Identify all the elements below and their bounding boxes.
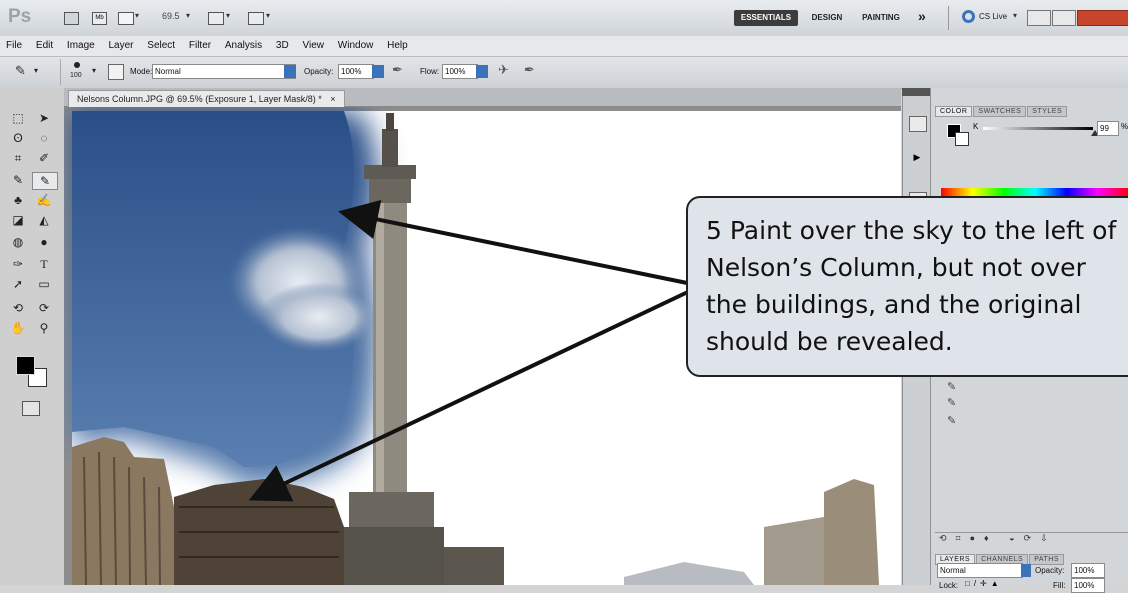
instruction-line: should be revealed. — [706, 327, 953, 356]
instruction-line: the buildings, and the original — [706, 290, 1082, 319]
arrow-to-buildings — [248, 288, 693, 502]
foreground-color-swatch-top — [16, 356, 35, 375]
instruction-line: Nelson’s Column, but not over — [706, 253, 1086, 282]
instruction-text: 5 Paint over the sky to the left of Nels… — [706, 212, 1128, 360]
instruction-callout: 5 Paint over the sky to the left of Nels… — [686, 196, 1128, 377]
instruction-line: 5 Paint over the sky to the left of — [706, 216, 1117, 245]
arrow-to-sky — [338, 199, 693, 286]
